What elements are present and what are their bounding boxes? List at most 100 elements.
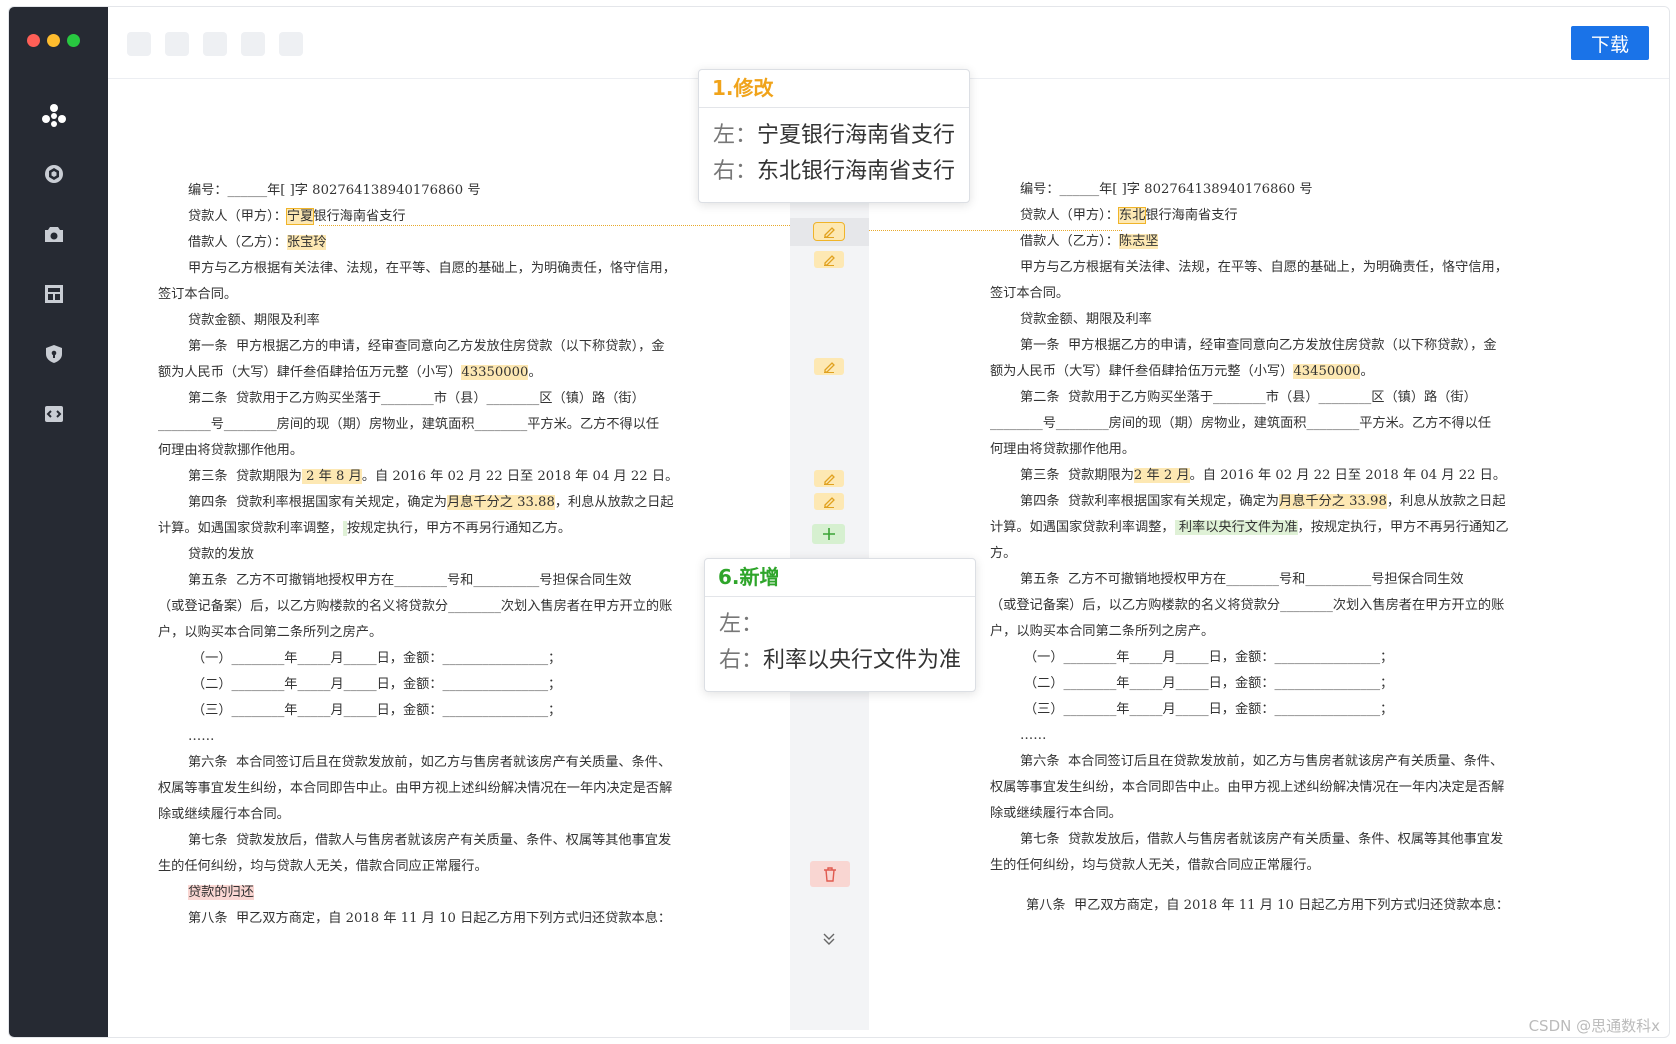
diff-highlight-modify[interactable]: 张宝玲: [286, 235, 327, 250]
doc-line: 贷款的归还: [188, 880, 254, 906]
diff-marker-modify-1[interactable]: [813, 222, 845, 241]
diff-highlight-modify[interactable]: 2 年 2 月: [1133, 468, 1190, 483]
doc-line: 生的任何纠纷，均与贷款人无关，借款合同应正常履行。: [158, 859, 488, 874]
doc-line: 第三条 贷款期限为 2 年 8 月。自 2016 年 02 月 22 日至 20…: [188, 469, 679, 484]
toolbar-button-1[interactable]: [127, 32, 151, 56]
diff-highlight-modify[interactable]: 月息千分之 33.88: [446, 495, 555, 510]
doc-line: 第六条 本合同签订后且在贷款发放前，如乙方与售房者就该房产有关质量、条件、: [1020, 754, 1504, 769]
doc-line: 除或继续履行本合同。: [158, 807, 290, 822]
diff-highlight-modify[interactable]: 陈志坚: [1118, 234, 1159, 249]
diff-highlight-modify[interactable]: 东北: [1117, 207, 1147, 224]
camera-icon[interactable]: [39, 219, 69, 249]
doc-line: 第四条 贷款利率根据国家有关规定，确定为月息千分之 33.88，利息从放款之日起: [188, 495, 674, 510]
diff-highlight-delete[interactable]: 贷款的归还: [188, 885, 254, 900]
doc-line: 编号：______年[ ]字 802764138940176860 号: [1020, 182, 1313, 197]
code-icon[interactable]: [39, 399, 69, 429]
doc-line: ……: [188, 729, 215, 744]
diff-marker-modify-3[interactable]: [814, 358, 844, 375]
toolbar-button-4[interactable]: [241, 32, 265, 56]
doc-line: 贷款的发放: [188, 547, 254, 562]
diff-highlight-add[interactable]: 利率以央行文件为准: [1174, 520, 1298, 535]
diff-marker-modify-5[interactable]: [814, 493, 844, 510]
popup-left-row: 左：: [719, 612, 764, 637]
doc-line: 签订本合同。: [990, 286, 1070, 301]
maximize-window-button[interactable]: [67, 34, 80, 47]
download-button[interactable]: 下载: [1571, 26, 1649, 60]
logo-icon[interactable]: [39, 101, 69, 131]
doc-line: 贷款金额、期限及利率: [1020, 312, 1152, 327]
toolbar-button-3[interactable]: [203, 32, 227, 56]
doc-line: 第二条 贷款用于乙方购买坐落于________市（县）________区（镇）路…: [1020, 390, 1477, 405]
doc-line: 贷款人（甲方）：宁夏银行海南省支行: [188, 208, 406, 225]
doc-line: 计算。如遇国家贷款利率调整， 利率以央行文件为准，按规定执行，甲方不再另行通知乙: [990, 520, 1509, 535]
doc-line: 编号：______年[ ]字 802764138940176860 号: [188, 183, 481, 198]
doc-line: 户，以购买本合同第二条所列之房产。: [158, 625, 383, 640]
doc-line: 方。: [990, 546, 1017, 561]
doc-line: 权属等事宜发生纠纷，本合同即告中止。由甲方视上述纠纷解决情况在一年内决定是否解: [158, 781, 673, 796]
sidebar: [9, 7, 108, 1037]
cube-icon[interactable]: [39, 159, 69, 189]
doc-line: ________号________房间的现（期）房物业，建筑面积________…: [158, 417, 660, 432]
diff-highlight-modify[interactable]: 43350000: [461, 365, 529, 380]
doc-line: 何理由将贷款挪作他用。: [158, 443, 304, 458]
plus-icon: [822, 528, 835, 540]
doc-line: 第八条 甲乙双方商定，自 2018 年 11 月 10 日起乙方用下列方式归还贷…: [188, 911, 672, 926]
doc-line: 甲方与乙方根据有关法律、法规，在平等、自愿的基础上，为明确责任，恪守信用，: [188, 261, 676, 276]
diff-popup-modify: 1.修改 左：宁夏银行海南省支行 右：东北银行海南省支行: [698, 69, 970, 203]
doc-line: 第六条 本合同签订后且在贷款发放前，如乙方与售房者就该房产有关质量、条件、: [188, 755, 672, 770]
popup-left-row: 左：宁夏银行海南省支行: [713, 123, 956, 148]
doc-line: （二）________年_____月_____日，金额：____________…: [192, 677, 562, 692]
shield-icon[interactable]: [39, 339, 69, 369]
doc-line: 甲方与乙方根据有关法律、法规，在平等、自愿的基础上，为明确责任，恪守信用，: [1020, 260, 1508, 275]
popup-title: 1.修改: [699, 70, 969, 108]
diff-marker-modify-2[interactable]: [814, 251, 844, 268]
doc-line: 额为人民币（大写）肆仟叁佰肆拾伍万元整（小写）43450000。: [990, 364, 1374, 379]
pencil-icon: [824, 496, 835, 508]
doc-line: 第七条 贷款发放后，借款人与售房者就该房产有关质量、条件、权属等其他事宜发: [188, 833, 672, 848]
doc-line: （二）________年_____月_____日，金额：____________…: [1024, 676, 1394, 691]
scroll-down-icon[interactable]: [820, 930, 838, 948]
diff-marker-add-6[interactable]: [812, 524, 845, 544]
diff-highlight-modify[interactable]: 月息千分之 33.98: [1278, 494, 1387, 509]
doc-line: ……: [1020, 728, 1047, 743]
doc-line: （或登记备案）后，以乙方购楼款的名义将贷款分________次划入售房者在甲方开…: [158, 599, 673, 614]
doc-line: 第一条 甲方根据乙方的申请，经审查同意向乙方发放住房贷款（以下称贷款），金: [1020, 338, 1497, 353]
diff-marker-delete[interactable]: [810, 861, 850, 887]
doc-line: 额为人民币（大写）肆仟叁佰肆拾伍万元整（小写）43350000。: [158, 365, 542, 380]
doc-line: （一）________年_____月_____日，金额：____________…: [192, 651, 562, 666]
popup-right-row: 右：利率以央行文件为准: [719, 648, 962, 673]
pencil-icon: [824, 361, 835, 373]
doc-line: 第五条 乙方不可撤销地授权甲方在________号和__________号担保合…: [1020, 572, 1464, 587]
doc-line: 权属等事宜发生纠纷，本合同即告中止。由甲方视上述纠纷解决情况在一年内决定是否解: [990, 780, 1505, 795]
close-window-button[interactable]: [27, 34, 40, 47]
doc-line: 计算。如遇国家贷款利率调整， 按规定执行，甲方不再另行通知乙方。: [158, 521, 572, 536]
doc-line: 借款人（乙方）：陈志坚: [1020, 234, 1159, 249]
diff-highlight-modify[interactable]: 2 年 8 月: [301, 469, 362, 484]
doc-line: 生的任何纠纷，均与贷款人无关，借款合同应正常履行。: [990, 858, 1320, 873]
layout-icon[interactable]: [39, 279, 69, 309]
toolbar-button-2[interactable]: [165, 32, 189, 56]
doc-line: 第四条 贷款利率根据国家有关规定，确定为月息千分之 33.98，利息从放款之日起: [1020, 494, 1506, 509]
doc-line: 何理由将贷款挪作他用。: [990, 442, 1136, 457]
right-document: 编号：______年[ ]字 802764138940176860 号 贷款人（…: [0, 0, 1509, 913]
doc-line: 签订本合同。: [158, 287, 238, 302]
doc-line: 第七条 贷款发放后，借款人与售房者就该房产有关质量、条件、权属等其他事宜发: [1020, 832, 1504, 847]
doc-line: ________号________房间的现（期）房物业，建筑面积________…: [990, 416, 1492, 431]
pencil-icon: [824, 226, 835, 238]
doc-line: （三）________年_____月_____日，金额：____________…: [192, 703, 562, 718]
minimize-window-button[interactable]: [47, 34, 60, 47]
doc-line: （一）________年_____月_____日，金额：____________…: [1024, 650, 1394, 665]
diff-popup-add: 6.新增 左： 右：利率以央行文件为准: [704, 558, 976, 692]
diff-highlight-modify[interactable]: 宁夏: [285, 208, 315, 225]
diff-highlight-modify[interactable]: 43450000: [1293, 364, 1361, 379]
toolbar-button-5[interactable]: [279, 32, 303, 56]
popup-title: 6.新增: [705, 559, 975, 597]
popup-right-row: 右：东北银行海南省支行: [713, 159, 956, 184]
trash-icon: [824, 866, 836, 882]
doc-line: （三）________年_____月_____日，金额：____________…: [1024, 702, 1394, 717]
doc-line: 贷款人（甲方）：东北银行海南省支行: [1020, 207, 1238, 224]
doc-line: 户，以购买本合同第二条所列之房产。: [990, 624, 1215, 639]
doc-line: 第五条 乙方不可撤销地授权甲方在________号和__________号担保合…: [188, 573, 632, 588]
doc-line: （或登记备案）后，以乙方购楼款的名义将贷款分________次划入售房者在甲方开…: [990, 598, 1505, 613]
diff-marker-modify-4[interactable]: [814, 470, 844, 487]
